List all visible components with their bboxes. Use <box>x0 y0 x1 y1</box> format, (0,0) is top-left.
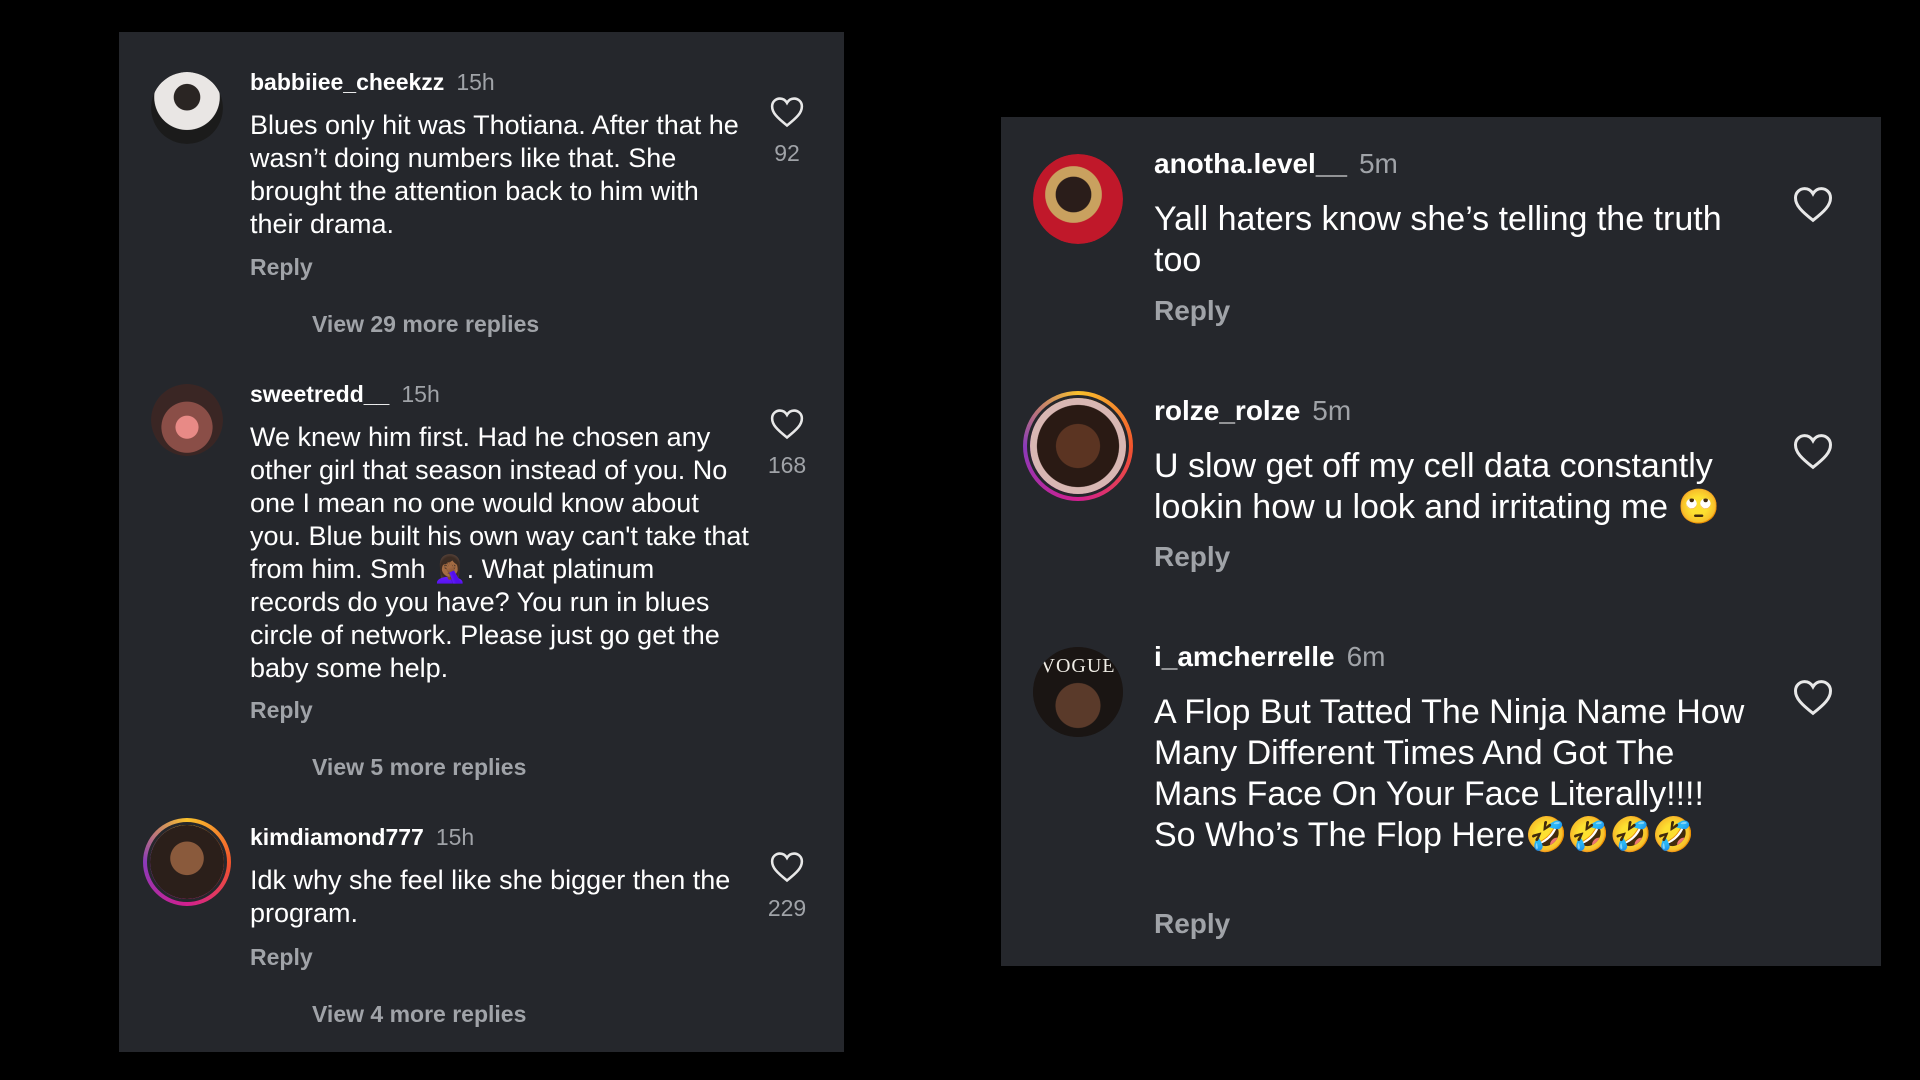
avatar[interactable]: VOGUE <box>1033 647 1123 737</box>
view-more-replies-button[interactable]: View 4 more replies <box>312 1001 526 1028</box>
timestamp: 15h <box>401 381 440 407</box>
reply-button[interactable]: Reply <box>1154 908 1230 940</box>
reply-button[interactable]: Reply <box>250 697 313 724</box>
like-count: 92 <box>774 140 800 166</box>
comment-meta: babbiiee_cheekzz 15h <box>250 69 495 96</box>
comment-text: We knew him first. Had he chosen any oth… <box>250 422 749 683</box>
comment-meta: anotha.level__ 5m <box>1154 148 1398 180</box>
comments-panel-right: anotha.level__ 5m Yall haters know she’s … <box>1001 117 1881 966</box>
timestamp: 15h <box>456 69 495 95</box>
avatar[interactable] <box>151 72 223 144</box>
view-more-replies-button[interactable]: View 29 more replies <box>312 311 539 338</box>
like-count: 229 <box>767 895 807 921</box>
heart-outline-icon[interactable] <box>770 96 804 128</box>
comment-text: A Flop But Tatted The Ninja Name How Man… <box>1154 693 1745 854</box>
comments-panel-left: babbiiee_cheekzz 15h Blues only hit was T… <box>119 32 844 1052</box>
reply-button[interactable]: Reply <box>1154 541 1230 573</box>
username[interactable]: anotha.level__ <box>1154 148 1347 179</box>
reply-button[interactable]: Reply <box>1154 295 1230 327</box>
timestamp: 5m <box>1312 395 1352 426</box>
comment-meta: sweetredd__ 15h <box>250 381 440 408</box>
comment-text: Idk why she feel like she bigger then th… <box>250 865 731 928</box>
avatar[interactable] <box>1033 154 1123 244</box>
avatar-logo-text: VOGUE <box>1040 655 1116 677</box>
username[interactable]: rolze_rolze <box>1154 395 1300 426</box>
avatar[interactable] <box>1023 391 1133 501</box>
username[interactable]: i_amcherrelle <box>1154 641 1335 672</box>
view-more-replies-button[interactable]: View 5 more replies <box>312 754 526 781</box>
username[interactable]: sweetredd__ <box>250 381 389 407</box>
timestamp: 6m <box>1346 641 1386 672</box>
comment-meta: rolze_rolze 5m <box>1154 395 1351 427</box>
reply-button[interactable]: Reply <box>250 944 313 971</box>
heart-outline-icon[interactable] <box>1793 679 1833 716</box>
avatar[interactable] <box>143 818 231 906</box>
heart-outline-icon[interactable] <box>1793 433 1833 470</box>
timestamp: 5m <box>1358 148 1398 179</box>
timestamp: 15h <box>435 824 475 850</box>
reply-button[interactable]: Reply <box>250 254 313 281</box>
heart-outline-icon[interactable] <box>1793 186 1833 223</box>
comment-text: Blues only hit was Thotiana. After that … <box>250 110 739 239</box>
comment-text: Yall haters know she’s telling the truth… <box>1154 200 1722 279</box>
comment-meta: i_amcherrelle 6m <box>1154 641 1385 673</box>
comment-text: U slow get off my cell data constantly l… <box>1154 447 1720 526</box>
heart-outline-icon[interactable] <box>770 408 804 440</box>
heart-outline-icon[interactable] <box>770 851 804 883</box>
like-count: 168 <box>767 452 807 478</box>
avatar[interactable] <box>151 384 223 456</box>
comment-meta: kimdiamond777 15h <box>250 824 474 851</box>
username[interactable]: babbiiee_cheekzz <box>250 69 444 95</box>
username[interactable]: kimdiamond777 <box>250 824 424 850</box>
